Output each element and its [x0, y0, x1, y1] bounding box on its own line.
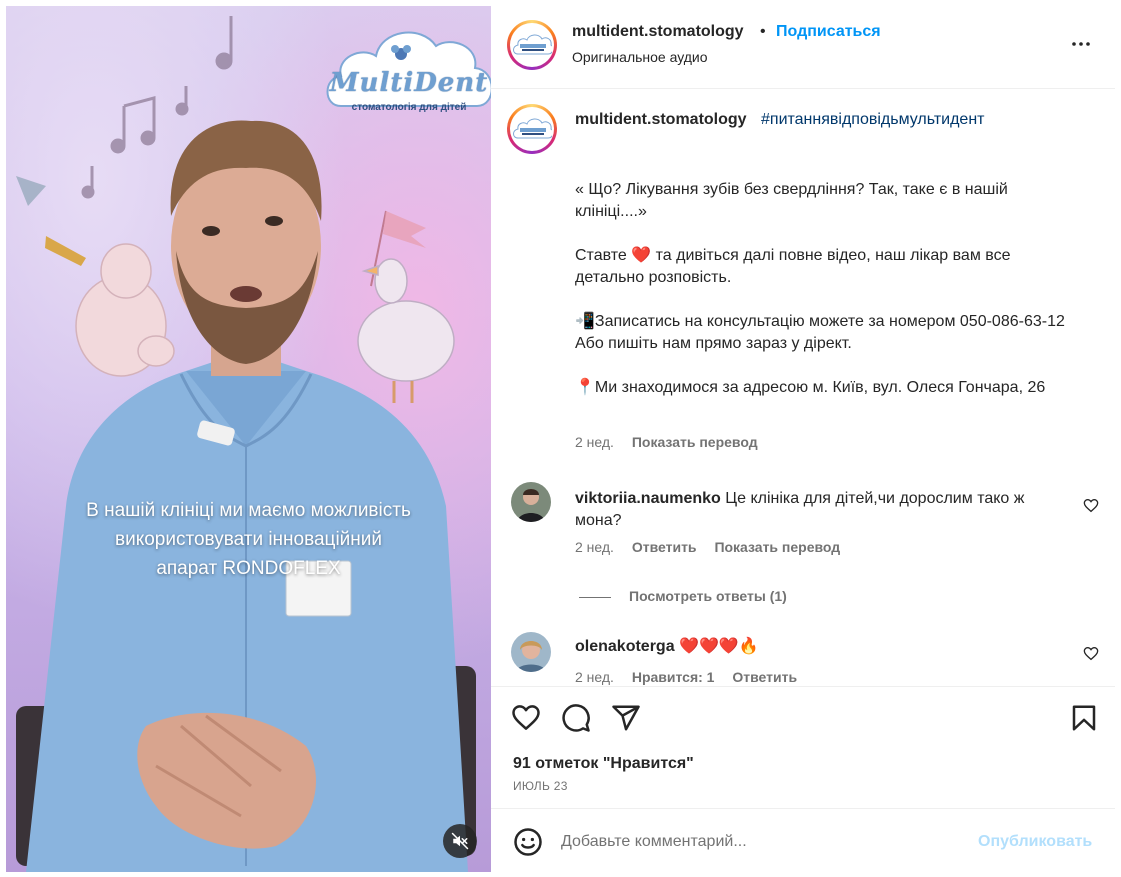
- add-comment-bar: Опубликовать: [491, 808, 1115, 872]
- caption-paragraph: Ставте ❤️ та дивіться далі повне відео, …: [575, 247, 1011, 286]
- more-horizontal-icon[interactable]: [1069, 32, 1093, 56]
- follow-button[interactable]: Подписаться: [776, 23, 881, 41]
- separator-dot: •: [760, 23, 766, 40]
- audio-link[interactable]: Оригинальное аудио: [572, 49, 708, 65]
- speaker-muted-icon: [451, 832, 469, 850]
- comment-like-heart-icon[interactable]: [1083, 498, 1099, 514]
- post-actions: 91 отметок "Нравится" ИЮЛЬ 23: [491, 686, 1115, 808]
- comment-likes-count[interactable]: Нравится: 1: [632, 669, 715, 685]
- comment-reply-button[interactable]: Ответить: [732, 669, 797, 685]
- subtitle-line: апарат RONDOFLEX: [156, 558, 341, 579]
- caption-paragraph: « Що? Лікування зубів без свердління? Та…: [575, 181, 1008, 220]
- multident-logo: MultiDent стоматологія для дітей: [321, 18, 491, 116]
- comment-meta: 2 нед. Ответить Показать перевод: [575, 539, 854, 555]
- comment-icon[interactable]: [561, 703, 591, 733]
- comment-input[interactable]: [561, 829, 961, 855]
- commenter-avatar[interactable]: [511, 482, 551, 522]
- caption-text: « Що? Лікування зубів без свердління? Та…: [575, 179, 1075, 399]
- view-replies-button[interactable]: Посмотреть ответы (1): [579, 588, 787, 604]
- commenter-avatar[interactable]: [511, 632, 551, 672]
- post-details-panel: multident.stomatology • Подписаться Ориг…: [491, 6, 1115, 872]
- comment-reply-button[interactable]: Ответить: [632, 539, 697, 555]
- video-frame-illustration: [16, 16, 476, 872]
- instagram-post-view: MultiDent стоматологія для дітей В нашій…: [0, 0, 1121, 877]
- likes-count[interactable]: 91 отметок "Нравится": [513, 755, 694, 773]
- reel-video[interactable]: MultiDent стоматологія для дітей В нашій…: [6, 6, 491, 872]
- replies-divider: [579, 596, 611, 598]
- comment-body: ❤️❤️❤️🔥: [679, 638, 759, 655]
- caption-author-avatar[interactable]: [507, 104, 557, 154]
- caption-hashtag[interactable]: #питаннявідповідьмультидент: [761, 111, 984, 129]
- video-subtitle: В нашій клініці ми маємо можливість вико…: [26, 496, 471, 583]
- caption-meta: 2 нед. Показать перевод: [575, 434, 772, 450]
- multident-avatar-logo: [513, 34, 552, 55]
- post-date: ИЮЛЬ 23: [513, 779, 568, 793]
- caption-translate-button[interactable]: Показать перевод: [632, 434, 758, 450]
- author-username[interactable]: multident.stomatology: [572, 23, 744, 41]
- comment-username[interactable]: viktoriia.naumenko: [575, 490, 721, 507]
- subtitle-line: В нашій клініці ми маємо можливість: [86, 500, 411, 521]
- multident-avatar-logo: [513, 118, 552, 139]
- caption-time[interactable]: 2 нед.: [575, 434, 614, 450]
- caption-username[interactable]: multident.stomatology: [575, 111, 747, 129]
- caption-paragraph: 📲Записатись на консультацію можете за но…: [575, 313, 1065, 352]
- comment-like-heart-icon[interactable]: [1083, 646, 1099, 662]
- bookmark-icon[interactable]: [1069, 703, 1099, 733]
- comment-text: viktoriia.naumenko Це клініка для дітей,…: [575, 488, 1075, 532]
- comment-time[interactable]: 2 нед.: [575, 669, 614, 685]
- paper-plane-icon[interactable]: [611, 703, 641, 733]
- comment-translate-button[interactable]: Показать перевод: [714, 539, 840, 555]
- author-avatar[interactable]: [507, 20, 557, 70]
- logo-title: MultiDent: [329, 68, 489, 98]
- publish-button[interactable]: Опубликовать: [978, 833, 1092, 851]
- subtitle-line: використовувати інноваційний: [115, 529, 382, 550]
- comments-scroll-area[interactable]: multident.stomatology #питаннявідповідьм…: [491, 90, 1115, 686]
- view-replies-label: Посмотреть ответы (1): [629, 588, 787, 604]
- mute-button[interactable]: [443, 824, 477, 858]
- logo-subtitle: стоматологія для дітей: [351, 102, 467, 113]
- smiley-icon[interactable]: [513, 827, 543, 857]
- comment-time[interactable]: 2 нед.: [575, 539, 614, 555]
- comment-username[interactable]: olenakoterga: [575, 638, 675, 655]
- comment-meta: 2 нед. Нравится: 1 Ответить: [575, 669, 811, 685]
- post-header: multident.stomatology • Подписаться Ориг…: [491, 6, 1115, 89]
- comment-text: olenakoterga ❤️❤️❤️🔥: [575, 636, 1075, 658]
- caption-paragraph: 📍Ми знаходимося за адресою м. Київ, вул.…: [575, 379, 1046, 396]
- heart-icon[interactable]: [511, 703, 541, 733]
